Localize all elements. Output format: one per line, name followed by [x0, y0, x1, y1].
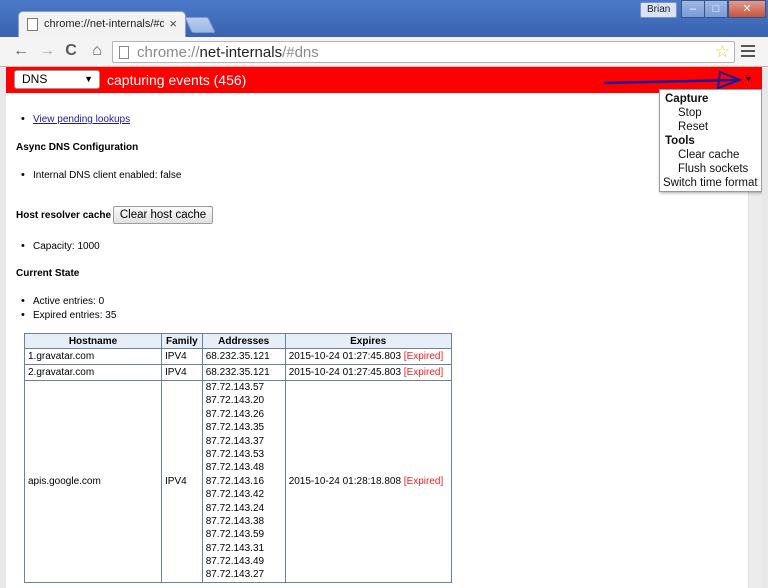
column-header-addresses: Addresses — [201, 333, 286, 349]
menu-item-clear-cache[interactable]: Clear cache — [660, 148, 761, 162]
menu-item-reset[interactable]: Reset — [660, 120, 761, 134]
tab-close-icon[interactable]: × — [169, 16, 177, 31]
maximize-button[interactable]: □ — [704, 0, 728, 18]
menu-item-flush-sockets[interactable]: Flush sockets — [660, 162, 761, 176]
menu-item-stop[interactable]: Stop — [660, 106, 761, 120]
async-dns-heading: Async DNS Configuration — [16, 142, 139, 153]
list-item: View pending lookups — [21, 113, 130, 125]
dns-view: View pending lookups Async DNS Configura… — [6, 93, 746, 588]
forward-arrow-icon[interactable]: → — [38, 42, 56, 60]
table-row: apis.google.com IPV4 87.72.143.57 87.72.1… — [24, 380, 452, 583]
status-menu-toggle-icon[interactable]: ▼ — [744, 74, 753, 84]
menu-item-switch-time-format[interactable]: Switch time format — [660, 176, 761, 190]
address-list: 87.72.143.57 87.72.143.20 87.72.143.26 87.7… — [206, 381, 282, 582]
address-item: 87.72.143.35 — [205, 422, 265, 434]
address-item: 87.72.143.24 — [205, 502, 265, 514]
browser-tab[interactable]: chrome://net-internals/#dns × — [18, 11, 186, 37]
family-cell: IPV4 — [161, 348, 203, 365]
home-icon[interactable]: ⌂ — [88, 42, 106, 60]
back-arrow-icon[interactable]: ← — [12, 42, 30, 60]
list-item: Capacity: 1000 — [21, 240, 100, 252]
capture-status-text: capturing events (456) — [107, 72, 247, 88]
expired-tag: [Expired] — [403, 475, 444, 487]
new-tab-button[interactable] — [184, 17, 216, 33]
address-item: 87.72.143.48 — [205, 462, 265, 474]
hostname-cell: 1.gravatar.com — [24, 348, 162, 365]
page-icon — [119, 46, 129, 59]
family-cell: IPV4 — [161, 380, 203, 583]
addresses-cell: 87.72.143.57 87.72.143.20 87.72.143.26 87.7… — [201, 380, 286, 583]
address-item: 87.72.143.20 — [205, 395, 265, 407]
url-text: chrome://net-internals/#dns — [137, 44, 319, 61]
address-item: 87.72.143.31 — [205, 542, 265, 554]
table-row: 2.gravatar.com IPV4 68.232.35.121 2015-1… — [24, 364, 452, 381]
addresses-cell: 68.232.35.121 — [201, 364, 286, 381]
close-window-button[interactable]: ✕ — [728, 0, 766, 18]
expires-cell: 2015-10-24 01:27:45.803 [Expired] — [284, 364, 452, 381]
address-item: 87.72.143.16 — [205, 475, 265, 487]
minimize-button[interactable]: – — [681, 0, 705, 18]
column-header-hostname: Hostname — [24, 333, 162, 349]
address-item: 87.72.143.59 — [205, 529, 265, 541]
family-cell: IPV4 — [161, 364, 203, 381]
column-header-family: Family — [161, 333, 203, 349]
address-item: 87.72.143.38 — [205, 515, 265, 527]
dns-cache-table: Hostname Family Addresses Expires 1.grav… — [24, 333, 452, 583]
tab-title: chrome://net-internals/#dns — [44, 18, 164, 30]
address-bar[interactable]: chrome://net-internals/#dns ☆ — [112, 41, 735, 63]
clear-host-cache-button[interactable]: Clear host cache — [113, 206, 213, 224]
table-row: 1.gravatar.com IPV4 68.232.35.121 2015-1… — [24, 348, 452, 365]
reload-icon[interactable]: C — [62, 42, 80, 60]
hostname-cell: 2.gravatar.com — [24, 364, 162, 381]
menu-header-capture: Capture — [665, 93, 709, 105]
status-bar: DNS ▼ capturing events (456) ▼ — [6, 67, 762, 93]
address-item: 87.72.143.26 — [205, 408, 265, 420]
expires-cell: 2015-10-24 01:27:45.803 [Expired] — [284, 348, 452, 365]
addresses-cell: 68.232.35.121 — [201, 348, 286, 365]
menu-header-tools: Tools — [665, 135, 695, 147]
host-resolver-cache-label: Host resolver cache — [16, 210, 112, 221]
expired-tag: [Expired] — [403, 367, 444, 378]
chrome-menu-icon[interactable] — [741, 45, 755, 60]
address-item: 87.72.143.49 — [205, 556, 265, 568]
address-item: 87.72.143.42 — [205, 489, 265, 501]
expired-tag: [Expired] — [403, 351, 444, 362]
list-item: Active entries: 0 — [21, 295, 104, 307]
page-content: DNS ▼ capturing events (456) ▼ Capture S… — [6, 67, 762, 588]
list-item: Internal DNS client enabled: false — [21, 169, 181, 181]
address-item: 87.72.143.37 — [205, 435, 265, 447]
list-item: Expired entries: 35 — [21, 309, 116, 321]
tab-select-dropdown[interactable]: DNS ▼ — [14, 70, 100, 89]
title-bar: chrome://net-internals/#dns × Brian – □ … — [0, 0, 768, 37]
dropdown-caret-icon: ▼ — [84, 74, 93, 84]
current-state-heading: Current State — [16, 268, 80, 279]
address-item: 87.72.143.53 — [205, 448, 265, 460]
address-item: 87.72.143.57 — [205, 382, 265, 393]
profile-button[interactable]: Brian — [640, 2, 678, 18]
browser-toolbar: ← → C ⌂ chrome://net-internals/#dns ☆ — [0, 37, 768, 67]
view-pending-lookups-link[interactable]: View pending lookups — [33, 114, 130, 125]
bookmark-star-icon[interactable]: ☆ — [715, 42, 730, 62]
status-dropdown-menu: Capture Stop Reset Tools Clear cache Flu… — [659, 89, 762, 192]
expires-cell: 2015-10-24 01:28:18.808 [Expired] — [284, 380, 452, 583]
page-icon — [27, 18, 38, 31]
column-header-expires: Expires — [284, 333, 452, 349]
address-item: 87.72.143.27 — [205, 569, 265, 581]
hostname-cell: apis.google.com — [24, 380, 162, 583]
